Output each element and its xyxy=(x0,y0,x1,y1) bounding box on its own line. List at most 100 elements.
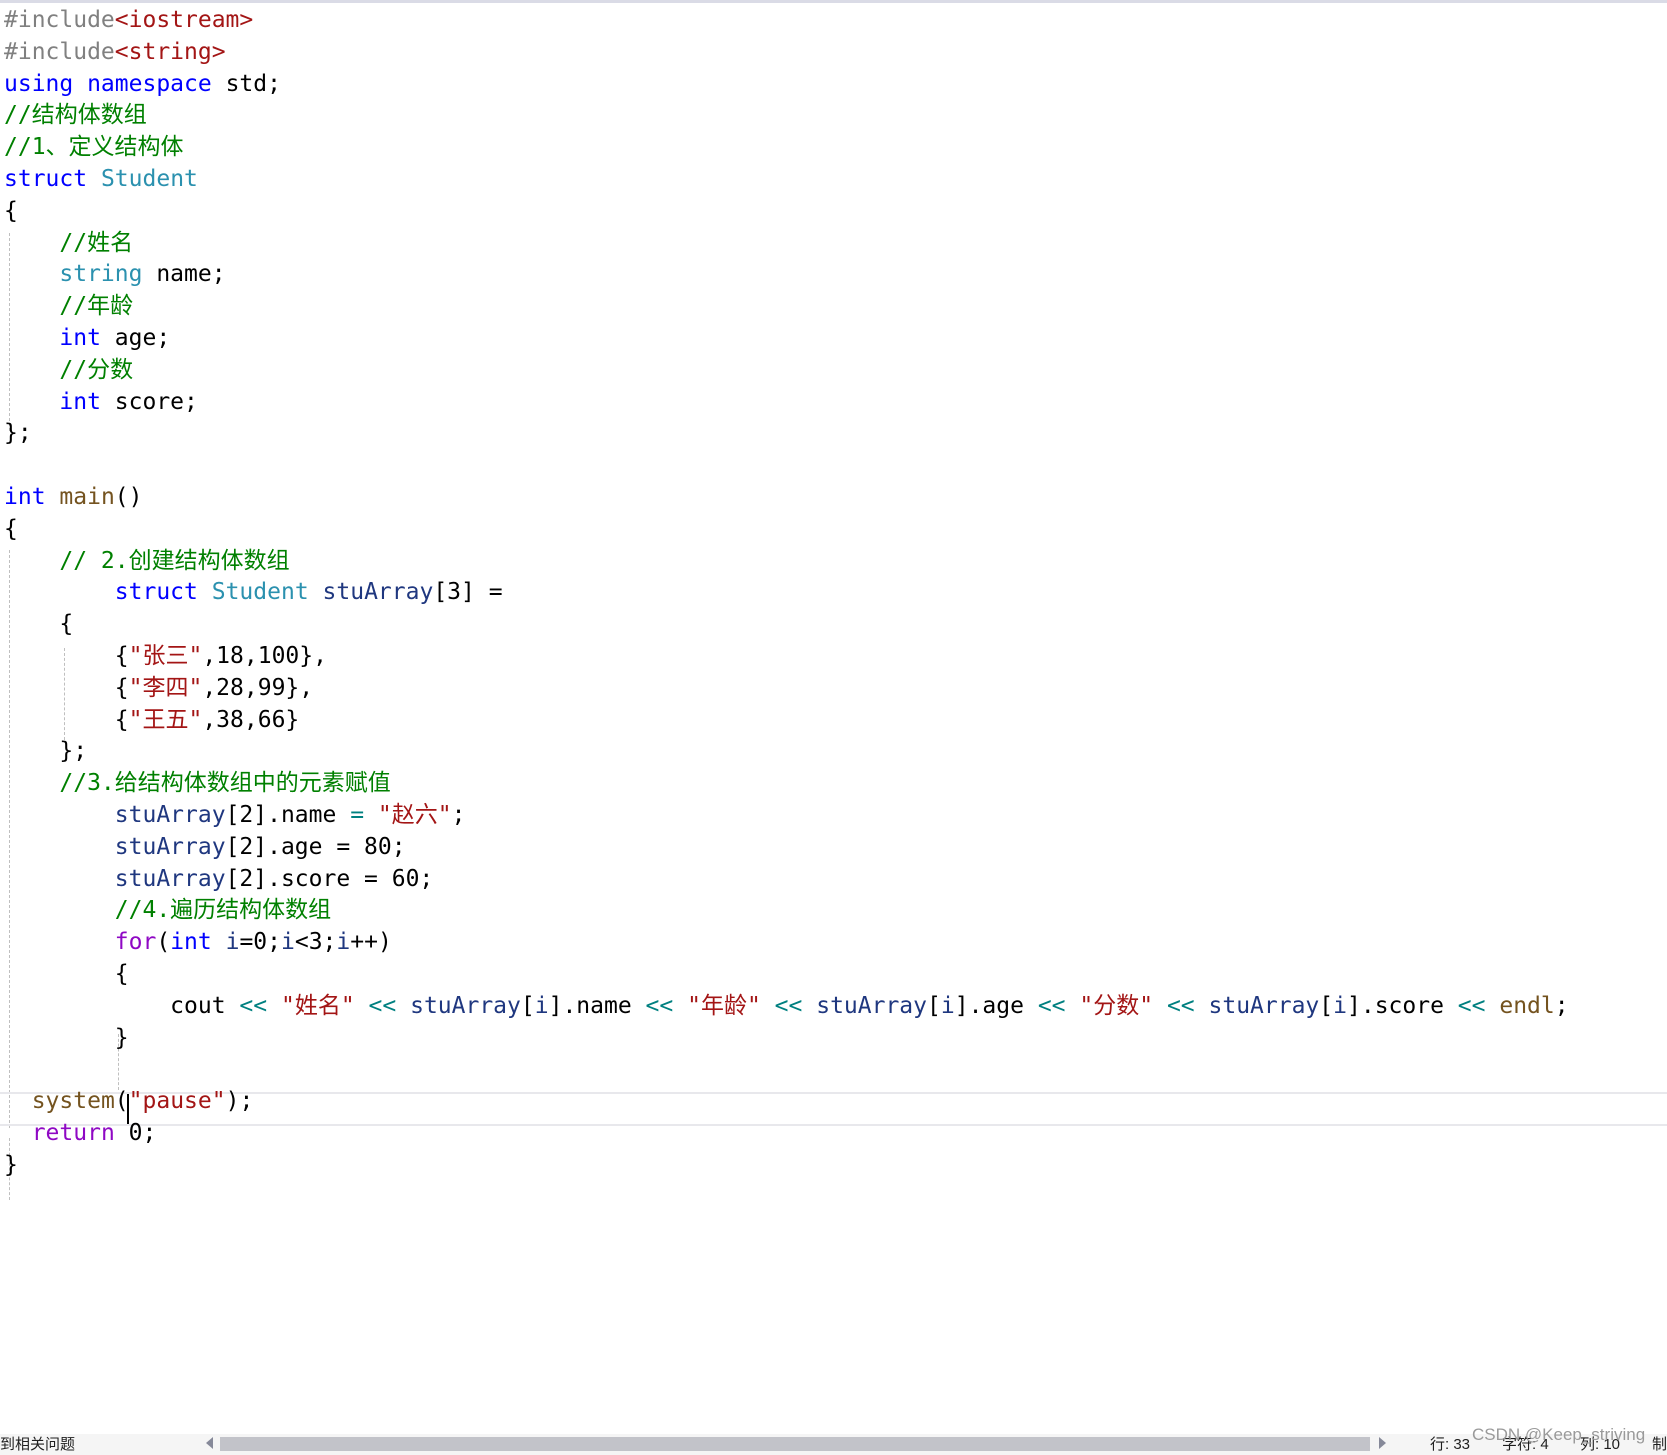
horizontal-scrollbar-thumb[interactable] xyxy=(220,1437,1370,1451)
code-token-plain: [ xyxy=(520,992,535,1019)
code-token-string: "年龄" xyxy=(687,992,761,1019)
code-line[interactable]: //1、定义结构体 xyxy=(4,131,184,164)
code-line[interactable]: stuArray[2].name = "赵六"; xyxy=(4,799,466,832)
code-token-plain: { xyxy=(4,611,74,638)
code-line[interactable]: { xyxy=(4,608,73,641)
code-token-keyword: int xyxy=(4,484,46,510)
code-line[interactable]: struct Student xyxy=(4,163,198,196)
code-token-plain: [2].score = 60; xyxy=(225,865,434,892)
scroll-left-arrow-icon[interactable] xyxy=(206,1437,213,1449)
code-token-var: i xyxy=(534,992,549,1019)
code-token-keyword: int xyxy=(170,929,212,956)
code-token-plain: ,28,99}, xyxy=(202,674,314,701)
code-token-comment: //4.遍历结构体数组 xyxy=(114,897,332,924)
code-line[interactable]: //分数 xyxy=(4,354,133,387)
code-token-preproc: #include xyxy=(4,38,115,65)
code-token-plain: () xyxy=(114,484,143,510)
code-line[interactable]: cout << "姓名" << stuArray[i].name << "年龄"… xyxy=(4,990,1569,1023)
code-token-var: i xyxy=(1333,992,1347,1019)
code-line[interactable]: return 0; xyxy=(4,1117,157,1150)
code-line[interactable]: //年龄 xyxy=(4,290,133,323)
code-token-op: << xyxy=(1037,992,1066,1019)
code-line[interactable]: #include<iostream> xyxy=(4,4,253,37)
code-line[interactable]: int score; xyxy=(4,386,197,419)
code-line[interactable]: }; xyxy=(4,417,32,450)
editor-top-border xyxy=(0,0,1667,3)
code-line[interactable]: int main() xyxy=(4,481,143,514)
code-token-plain: [2].name xyxy=(225,802,351,828)
code-line[interactable]: { xyxy=(4,958,129,991)
code-token-op: = xyxy=(350,802,365,828)
code-token-plain: 0; xyxy=(114,1120,157,1146)
code-token-string: "李四" xyxy=(128,674,203,701)
code-line[interactable]: stuArray[2].score = 60; xyxy=(4,863,434,896)
code-token-plain: <3; xyxy=(294,929,337,956)
scroll-right-arrow-icon[interactable] xyxy=(1379,1437,1386,1449)
code-token-plain: ( xyxy=(156,929,171,956)
code-token-comment: //3.给结构体数组中的元素赋值 xyxy=(59,770,391,797)
code-line[interactable]: //姓名 xyxy=(4,227,133,260)
code-token-plain: { xyxy=(4,674,129,701)
code-token-op: << xyxy=(1457,992,1486,1019)
status-bar: 到相关问题 行: 33 字符: 4 列: 10 制 xyxy=(0,1434,1667,1455)
code-token-keyword: struct xyxy=(4,166,88,192)
code-line[interactable]: int age; xyxy=(4,322,170,355)
code-line[interactable]: {"李四",28,99}, xyxy=(4,672,313,705)
code-line[interactable]: { xyxy=(4,195,18,228)
code-line[interactable]: stuArray[2].age = 80; xyxy=(4,831,406,864)
code-line[interactable]: //4.遍历结构体数组 xyxy=(4,894,331,927)
problems-indicator[interactable]: 到相关问题 xyxy=(0,1436,75,1454)
code-token-type: Student xyxy=(211,579,309,606)
code-token-var: i xyxy=(940,992,955,1019)
code-token-plain: ; xyxy=(1554,992,1569,1019)
code-token-type: Student xyxy=(100,166,198,192)
code-line[interactable]: } xyxy=(4,1149,18,1182)
code-token-plain: ++) xyxy=(350,929,392,956)
status-line-number[interactable]: 行: 33 xyxy=(1430,1436,1470,1454)
code-token-plain: ,18,100}, xyxy=(202,643,327,669)
code-line[interactable]: {"张三",18,100}, xyxy=(4,640,327,673)
code-token-func: system xyxy=(31,1088,115,1115)
code-token-plain: age; xyxy=(100,325,171,351)
code-line[interactable]: string name; xyxy=(4,258,225,291)
code-line[interactable]: for(int i=0;i<3;i++) xyxy=(4,926,392,959)
text-caret xyxy=(127,1094,129,1124)
code-line[interactable]: struct Student stuArray[3] = xyxy=(4,576,503,609)
code-line[interactable]: #include<string> xyxy=(4,36,226,69)
code-line[interactable]: } xyxy=(4,1022,129,1055)
code-line[interactable]: }; xyxy=(4,735,87,768)
code-token-flow: return xyxy=(31,1120,115,1146)
code-token-preproc: #include xyxy=(4,7,115,33)
code-line[interactable]: //结构体数组 xyxy=(4,99,147,132)
code-token-string: "张三" xyxy=(128,643,203,669)
code-line[interactable]: //3.给结构体数组中的元素赋值 xyxy=(4,767,391,800)
code-token-keyword: int xyxy=(59,325,101,351)
code-line[interactable]: // 2.创建结构体数组 xyxy=(4,545,289,578)
code-area[interactable]: #include<iostream> #include<string> using … xyxy=(0,4,1667,1434)
code-line[interactable]: { xyxy=(4,513,18,546)
code-line[interactable]: {"王五",38,66} xyxy=(4,704,300,737)
code-token-plain: std; xyxy=(211,70,281,97)
code-token-plain: }; xyxy=(4,738,88,765)
code-line[interactable]: using namespace std; xyxy=(4,68,281,101)
code-token-var: stuArray xyxy=(1208,992,1320,1019)
code-token-op: << xyxy=(368,992,397,1019)
code-token-plain: cout xyxy=(4,992,240,1019)
code-token-func: main xyxy=(59,484,115,510)
code-token-plain: [ xyxy=(927,992,941,1019)
